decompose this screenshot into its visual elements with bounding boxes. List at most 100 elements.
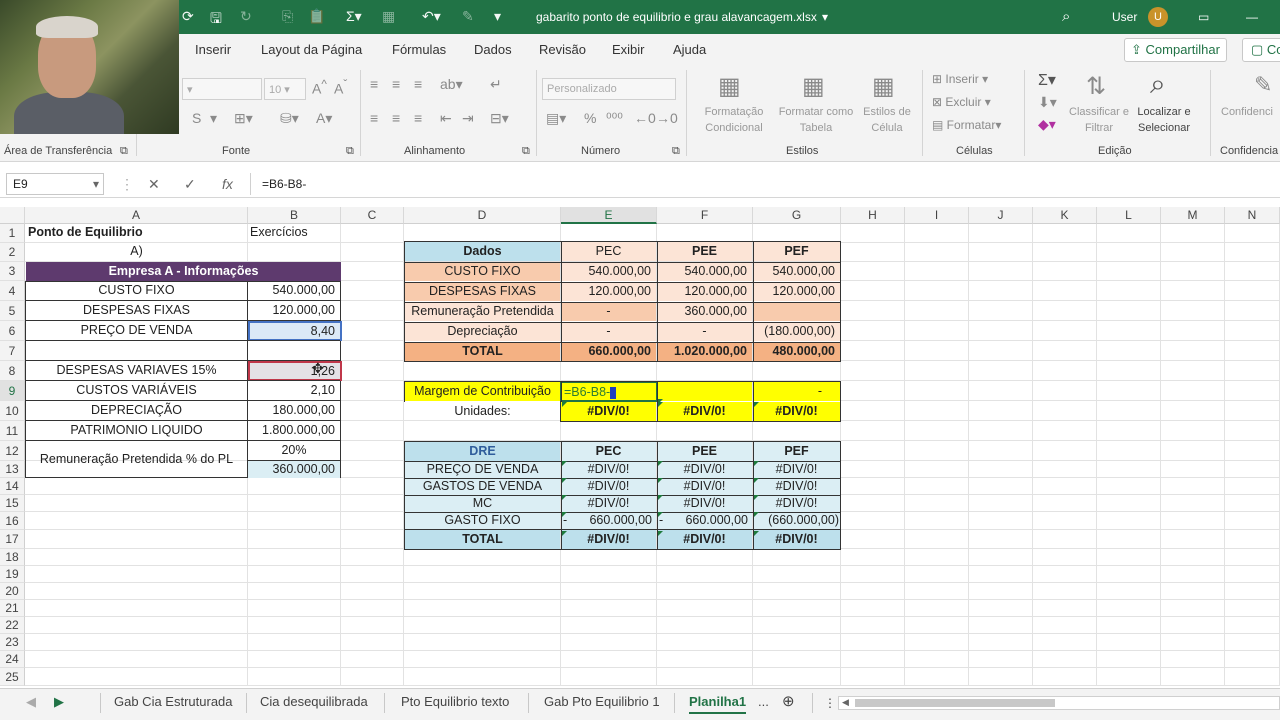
user-name[interactable]: User	[1112, 10, 1137, 24]
col-header-f[interactable]: F	[657, 207, 753, 224]
cell-styles-icon[interactable]: ▦	[872, 72, 895, 101]
margem-pee[interactable]	[657, 382, 752, 401]
minimize-icon[interactable]: —	[1246, 10, 1258, 24]
autosum-ribbon-icon[interactable]: Σ▾	[1038, 70, 1056, 90]
dre-header-pee[interactable]: PEE	[657, 442, 752, 461]
dados-row-remuneracao-pec[interactable]: -	[561, 302, 656, 321]
dados-row-remuneracao-pee[interactable]: 360.000,00	[657, 302, 752, 321]
number-format-select[interactable]: Personalizado	[542, 78, 676, 100]
row-header-22[interactable]: 22	[0, 617, 25, 634]
wrap-text-icon[interactable]: ↵	[490, 76, 502, 93]
dre-row-mc-pef[interactable]: #DIV/0!	[753, 495, 840, 512]
horizontal-scrollbar[interactable]: ◀	[838, 696, 1280, 710]
row-header-10[interactable]: 10	[0, 401, 25, 421]
orientation-icon[interactable]: ab▾	[440, 76, 463, 93]
left-label-depreciacao[interactable]: DEPRECIAÇÃO	[26, 402, 247, 419]
dre-total-label[interactable]: TOTAL	[405, 530, 560, 549]
company-header[interactable]: Empresa A - Informações	[26, 262, 341, 281]
clipboard-launcher-icon[interactable]: ⧉	[120, 145, 128, 158]
row-header-21[interactable]: 21	[0, 600, 25, 617]
cancel-icon[interactable]: ✕	[148, 176, 160, 193]
row-header-24[interactable]: 24	[0, 651, 25, 668]
left-value-preco-venda[interactable]: 8,40	[248, 321, 342, 341]
row-header-17[interactable]: 17	[0, 530, 25, 549]
tab-formulas[interactable]: Fórmulas	[392, 42, 446, 57]
dados-header-pef[interactable]: PEF	[753, 242, 840, 261]
find-select-icon[interactable]: ⌕	[1150, 68, 1166, 101]
sheet-tab-gab-pto-equilibrio-1[interactable]: Gab Pto Equilibrio 1	[544, 694, 660, 709]
select-all-corner[interactable]	[0, 207, 25, 224]
row-header-16[interactable]: 16	[0, 512, 25, 530]
title-dropdown-icon[interactable]: ▾	[822, 10, 828, 24]
prev-sheet-icon[interactable]: ◀	[26, 694, 36, 710]
cell-styles-button[interactable]: Estilos de Célula	[856, 104, 918, 136]
add-sheet-icon[interactable]: ⊕	[782, 692, 795, 710]
row-header-1[interactable]: 1	[0, 224, 25, 243]
unidades-label[interactable]: Unidades:	[405, 402, 560, 421]
conditional-format-button[interactable]: Formatação Condicional	[692, 104, 776, 136]
comments-button[interactable]: ▢ Co	[1242, 38, 1280, 62]
name-box[interactable]: E9 ▾	[6, 173, 104, 195]
dados-row-remuneracao-pef[interactable]	[753, 302, 840, 321]
format-cells-button[interactable]: ▤ Formatar▾	[932, 118, 1001, 132]
conditional-format-icon[interactable]: ▦	[718, 72, 741, 101]
tab-inserir[interactable]: Inserir	[195, 42, 231, 57]
share-button[interactable]: ⇪ Compartilhar	[1124, 38, 1227, 62]
format-table-button[interactable]: Formatar como Tabela	[772, 104, 860, 136]
col-header-k[interactable]: K	[1033, 207, 1097, 224]
currency-icon[interactable]: ▤▾	[546, 110, 566, 127]
unidades-pee[interactable]: #DIV/0!	[657, 402, 752, 421]
dados-row-depreciacao-pec[interactable]: -	[561, 322, 656, 341]
font-color-icon[interactable]: A▾	[316, 110, 332, 127]
col-header-g[interactable]: G	[753, 207, 841, 224]
merge-center-icon[interactable]: ⊟▾	[490, 110, 509, 127]
col-header-h[interactable]: H	[841, 207, 905, 224]
fill-icon[interactable]: ⬇▾	[1038, 94, 1057, 111]
sort-filter-button[interactable]: Classificar e Filtrar	[1068, 104, 1130, 136]
dre-row-gasto-fixo-label[interactable]: GASTO FIXO	[405, 512, 560, 529]
align-middle-icon[interactable]: ≡	[392, 76, 400, 92]
remuneracao-label[interactable]: Remuneração Pretendida % do PL	[26, 451, 247, 468]
format-table-icon[interactable]: ▦	[802, 72, 825, 101]
left-value-despesas-fixas[interactable]: 120.000,00	[248, 302, 340, 319]
dados-row-custo-fixo-label[interactable]: CUSTO FIXO	[405, 262, 560, 281]
fill-color-icon[interactable]: ⛁▾	[280, 110, 299, 127]
left-value-patrimonio[interactable]: 1.800.000,00	[248, 422, 340, 439]
confidential-button[interactable]: Confidenci	[1214, 104, 1280, 120]
dre-row-preco-label[interactable]: PREÇO DE VENDA	[405, 461, 560, 478]
dados-row-depreciacao-pef[interactable]: (180.000,00)	[753, 322, 840, 341]
dados-row-despesas-pef[interactable]: 120.000,00	[753, 282, 840, 301]
dre-row-preco-pef[interactable]: #DIV/0!	[753, 461, 840, 478]
align-center-icon[interactable]: ≡	[392, 110, 400, 126]
col-header-c[interactable]: C	[341, 207, 404, 224]
col-header-l[interactable]: L	[1097, 207, 1161, 224]
clear-icon[interactable]: ◆▾	[1038, 116, 1056, 133]
col-header-i[interactable]: I	[905, 207, 969, 224]
row-header-2[interactable]: 2	[0, 243, 25, 262]
number-launcher-icon[interactable]: ⧉	[672, 145, 680, 158]
sheet-tab-cia-desequilibrada[interactable]: Cia desequilibrada	[260, 694, 368, 709]
enter-icon[interactable]: ✓	[184, 176, 196, 193]
dre-row-gasto-fixo-pef[interactable]: (660.000,00)	[753, 512, 840, 529]
cell-a1[interactable]: Ponto de Equilibrio	[28, 224, 248, 241]
row-header-20[interactable]: 20	[0, 583, 25, 600]
tab-dados[interactable]: Dados	[474, 42, 512, 57]
margem-label[interactable]: Margem de Contribuição	[405, 382, 560, 401]
dre-row-mc-label[interactable]: MC	[405, 495, 560, 512]
dados-header-label[interactable]: Dados	[405, 242, 560, 261]
dre-header-pec[interactable]: PEC	[561, 442, 656, 461]
insert-function-icon[interactable]: fx	[222, 176, 233, 192]
increase-decimal-icon[interactable]: ←0	[634, 110, 656, 126]
dre-total-pec[interactable]: #DIV/0!	[561, 530, 656, 549]
row-header-5[interactable]: 5	[0, 301, 25, 321]
more-sheets-button[interactable]: ...	[758, 694, 769, 709]
decrease-font-icon[interactable]: Aˇ	[334, 78, 347, 97]
col-header-d[interactable]: D	[404, 207, 561, 224]
align-left-icon[interactable]: ≡	[370, 110, 378, 126]
row-header-15[interactable]: 15	[0, 495, 25, 512]
sheet-tab-gab-cia-estruturada[interactable]: Gab Cia Estruturada	[114, 694, 233, 709]
increase-font-icon[interactable]: A^	[312, 78, 327, 97]
decrease-decimal-icon[interactable]: →0	[656, 110, 678, 126]
dre-total-pee[interactable]: #DIV/0!	[657, 530, 752, 549]
col-header-m[interactable]: M	[1161, 207, 1225, 224]
